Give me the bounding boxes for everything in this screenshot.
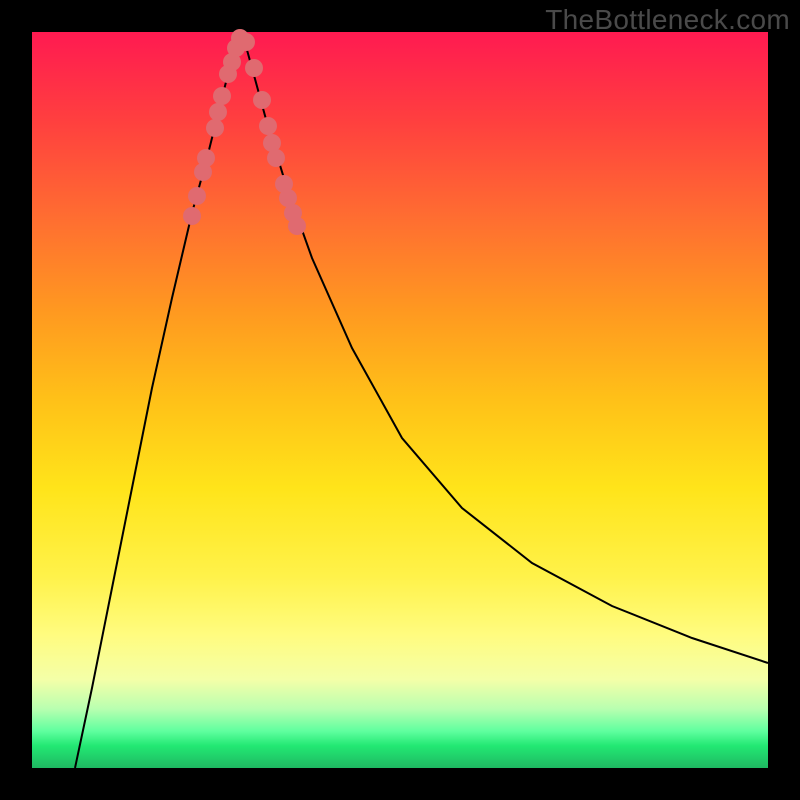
plot-area: [32, 32, 768, 768]
marker-dot: [209, 103, 227, 121]
marker-dot: [288, 217, 306, 235]
marker-dot: [188, 187, 206, 205]
marker-dot: [253, 91, 271, 109]
scatter-markers: [183, 29, 306, 235]
watermark-text: TheBottleneck.com: [545, 4, 790, 36]
marker-dot: [206, 119, 224, 137]
marker-dot: [267, 149, 285, 167]
left-curve: [75, 32, 242, 768]
marker-dot: [213, 87, 231, 105]
marker-dot: [259, 117, 277, 135]
curves-svg: [32, 32, 768, 768]
chart-frame: TheBottleneck.com: [0, 0, 800, 800]
marker-dot: [183, 207, 201, 225]
marker-dot: [197, 149, 215, 167]
marker-dot: [245, 59, 263, 77]
marker-dot: [237, 33, 255, 51]
right-curve: [242, 32, 768, 663]
